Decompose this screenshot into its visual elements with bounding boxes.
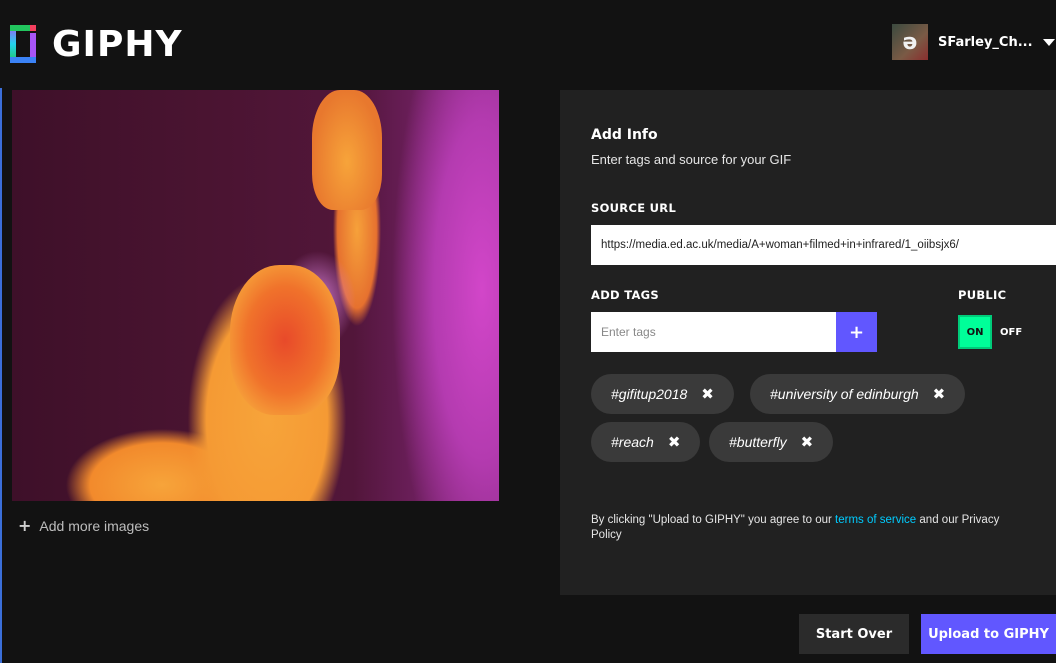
logo-text: GIPHY: [52, 23, 183, 65]
tag-chip-label: #gifitup2018: [611, 386, 688, 402]
tag-chip-label: #university of edinburgh: [770, 386, 919, 402]
legal-notice: By clicking "Upload to GIPHY" you agree …: [591, 513, 1021, 543]
username: SFarley_Ch...: [938, 34, 1033, 50]
header: GIPHY ə SFarley_Ch...: [0, 0, 1056, 88]
tag-chip: #gifitup2018 ✖: [591, 374, 734, 414]
remove-tag-icon[interactable]: ✖: [933, 385, 946, 403]
user-menu[interactable]: ə SFarley_Ch...: [892, 24, 1055, 60]
add-tag-button[interactable]: +: [836, 312, 877, 352]
public-toggle[interactable]: ON OFF: [958, 315, 1022, 349]
add-tags-label: ADD TAGS: [591, 288, 659, 302]
tag-chip-label: #reach: [611, 434, 654, 450]
toggle-off-option[interactable]: OFF: [1000, 327, 1022, 338]
add-more-label: Add more images: [39, 517, 150, 534]
plus-icon: +: [18, 516, 32, 535]
add-info-panel: Add Info Enter tags and source for your …: [560, 90, 1056, 595]
tag-chip: #butterfly ✖: [709, 422, 834, 462]
avatar-letter: ə: [902, 29, 918, 55]
tag-chip: #reach ✖: [591, 422, 701, 462]
preview-image-detail: [312, 90, 382, 210]
panel-title: Add Info: [591, 127, 658, 143]
public-label: PUBLIC: [958, 288, 1007, 302]
preview-image-detail: [230, 265, 340, 415]
chevron-down-icon: [1042, 38, 1055, 46]
tags-input[interactable]: [591, 312, 836, 352]
source-url-input[interactable]: [591, 225, 1056, 265]
upload-to-giphy-button[interactable]: Upload to GIPHY: [921, 614, 1056, 654]
legal-prefix: By clicking "Upload to GIPHY" you agree …: [591, 514, 836, 526]
panel-subtitle: Enter tags and source for your GIF: [591, 152, 792, 167]
remove-tag-icon[interactable]: ✖: [668, 433, 681, 451]
gif-preview: [12, 90, 499, 501]
giphy-logo-icon: [10, 25, 40, 63]
toggle-on-option[interactable]: ON: [958, 315, 992, 349]
giphy-logo[interactable]: GIPHY: [10, 23, 183, 65]
source-url-label: SOURCE URL: [591, 201, 677, 215]
remove-tag-icon[interactable]: ✖: [801, 433, 814, 451]
window-left-border: [0, 0, 2, 663]
avatar: ə: [892, 24, 928, 60]
start-over-button[interactable]: Start Over: [799, 614, 909, 654]
remove-tag-icon[interactable]: ✖: [701, 385, 714, 403]
tag-chip-label: #butterfly: [729, 434, 787, 450]
terms-of-service-link[interactable]: terms of service: [835, 514, 916, 526]
add-more-images-button[interactable]: + Add more images: [18, 516, 149, 535]
tag-chip: #university of edinburgh ✖: [750, 374, 966, 414]
